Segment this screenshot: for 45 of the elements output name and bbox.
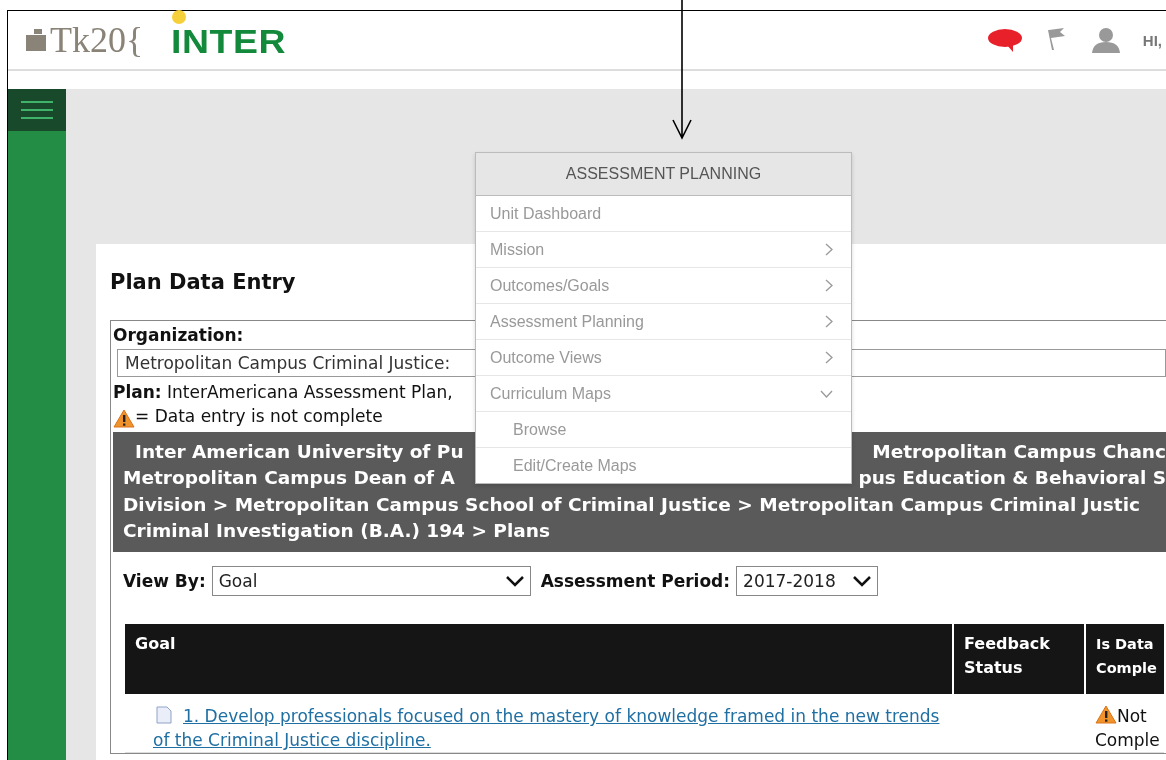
breadcrumb-text: Metropolitan Campus Dean of A xyxy=(123,466,455,491)
brand-logo-text: INTER xyxy=(171,24,287,58)
chevron-right-icon xyxy=(825,279,833,292)
goal-link[interactable]: 1. Develop professionals focused on the mastery of knowledge framed in the new trends of the Criminal Justice discipline. xyxy=(153,704,943,753)
menu-item[interactable]: Assessment Planning xyxy=(476,304,851,340)
menu-button[interactable] xyxy=(8,89,66,131)
warning-icon xyxy=(113,409,135,428)
assessment-period-dropdown[interactable]: 2017-2018 xyxy=(736,566,879,597)
menu-item[interactable]: Mission xyxy=(476,232,851,268)
legend-text: = Data entry is not complete xyxy=(135,405,383,428)
user-icon[interactable] xyxy=(1090,27,1121,53)
menu-item[interactable]: Unit Dashboard xyxy=(476,196,851,232)
column-header: Feedback Status xyxy=(953,624,1085,695)
menu-item[interactable]: Outcome Views xyxy=(476,340,851,376)
chevron-right-icon xyxy=(825,315,833,328)
chevron-right-icon xyxy=(825,351,833,364)
view-by-dropdown[interactable]: Goal xyxy=(211,566,531,597)
assessment-period-label: Assessment Period: xyxy=(540,570,731,594)
organization-label: Organization: xyxy=(113,324,244,347)
menu-title: ASSESSMENT PLANNING xyxy=(476,153,851,196)
menu-item[interactable]: Browse xyxy=(476,412,851,448)
breadcrumb-text: Inter American University of Pu xyxy=(135,440,464,464)
breadcrumb-text: Metropolitan Campus Chanc xyxy=(872,440,1166,464)
chevron-right-icon xyxy=(825,243,833,256)
status-text: Not Comple xyxy=(1095,706,1160,751)
breadcrumb-text: Division > Metropolitan Campus School of Criminal Justice > Metropolitan Campus Criminal Justic xyxy=(123,492,1140,517)
letter-dot-icon xyxy=(172,10,187,24)
user-greeting[interactable]: HI, xyxy=(1142,31,1162,49)
menu-item[interactable]: Edit/Create Maps xyxy=(476,448,851,483)
speech-bubble-icon[interactable] xyxy=(986,28,1023,52)
menu-item[interactable]: Outcomes/Goals xyxy=(476,268,851,304)
page-title: Plan Data Entry xyxy=(110,269,296,296)
breadcrumb-text: pus Education & Behavioral S xyxy=(858,466,1166,491)
column-header: Goal xyxy=(125,624,953,695)
menu-item[interactable]: Curriculum Maps xyxy=(476,376,851,412)
logo-text: Tk20{ xyxy=(50,22,144,58)
plan-text: Plan: InterAmericana Assessment Plan, xyxy=(113,381,453,404)
tk20-logo-icon xyxy=(26,29,48,51)
view-by-label: View By: xyxy=(123,570,206,594)
column-header: Is Data Comple xyxy=(1085,624,1164,695)
document-icon xyxy=(155,706,173,725)
breadcrumb-text: Criminal Investigation (B.A.) 194 > Plans xyxy=(123,518,550,543)
chevron-down-icon xyxy=(853,575,872,587)
chevron-down-icon xyxy=(505,575,524,587)
menu-icon xyxy=(21,100,53,120)
